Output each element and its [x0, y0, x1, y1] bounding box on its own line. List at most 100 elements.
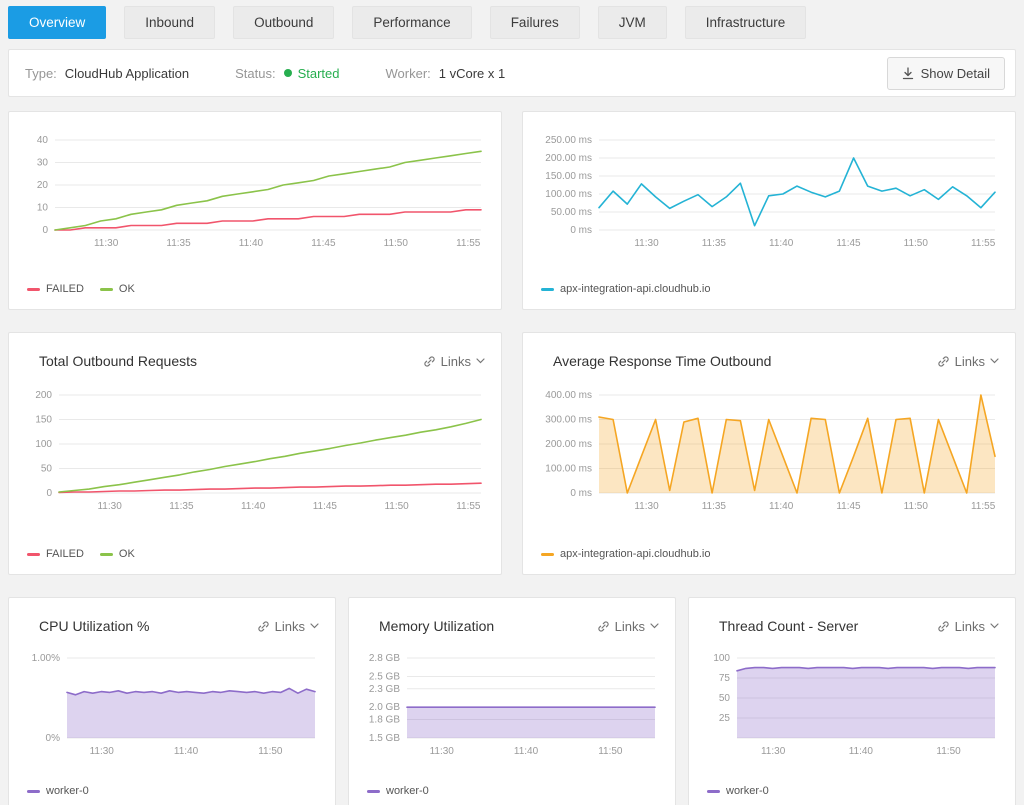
chart-header: Memory Utilization Links — [361, 610, 663, 646]
dashboard-page: Overview Inbound Outbound Performance Failur… — [0, 0, 1024, 805]
chevron-down-icon — [310, 623, 319, 629]
chart-plot-area: 0 ms50.00 ms100.00 ms150.00 ms200.00 ms2… — [535, 124, 1003, 271]
app-type: Type: CloudHub Application — [25, 66, 189, 81]
svg-text:10: 10 — [37, 203, 49, 214]
svg-text:40: 40 — [37, 135, 49, 146]
svg-text:250.00 ms: 250.00 ms — [545, 135, 592, 146]
svg-text:11:30: 11:30 — [761, 746, 786, 757]
svg-text:11:30: 11:30 — [97, 501, 122, 512]
svg-text:11:45: 11:45 — [311, 238, 336, 249]
svg-text:20: 20 — [37, 180, 49, 191]
svg-text:0: 0 — [42, 225, 48, 236]
tab-jvm[interactable]: JVM — [598, 6, 667, 39]
svg-text:11:45: 11:45 — [836, 238, 861, 249]
svg-text:11:55: 11:55 — [971, 238, 996, 249]
svg-text:1.00%: 1.00% — [32, 653, 60, 664]
links-dropdown[interactable]: Links — [597, 619, 659, 634]
tab-performance[interactable]: Performance — [352, 6, 471, 39]
tab-failures[interactable]: Failures — [490, 6, 580, 39]
legend-item: worker-0 — [707, 785, 769, 797]
svg-text:400.00 ms: 400.00 ms — [545, 390, 592, 401]
chart-plot-area: 1.5 GB1.8 GB2.0 GB2.3 GB2.5 GB2.8 GB11:3… — [361, 646, 663, 773]
chart-plot-area: 25507510011:3011:4011:50 — [701, 646, 1003, 773]
legend-swatch — [100, 288, 113, 291]
chevron-down-icon — [476, 358, 485, 364]
status-badge: Started — [284, 66, 340, 81]
svg-text:11:40: 11:40 — [239, 238, 264, 249]
links-dropdown[interactable]: Links — [423, 354, 485, 369]
links-label: Links — [955, 619, 985, 634]
legend-item: OK — [100, 548, 135, 560]
legend-swatch — [100, 553, 113, 556]
link-icon — [257, 620, 270, 633]
svg-text:1.8 GB: 1.8 GB — [369, 715, 400, 726]
links-dropdown[interactable]: Links — [937, 619, 999, 634]
chart-plot-area: 05010015020011:3011:3511:4011:4511:5011:… — [21, 381, 489, 536]
svg-text:0: 0 — [46, 488, 52, 499]
download-icon — [902, 67, 914, 80]
svg-text:11:40: 11:40 — [241, 501, 266, 512]
legend-item: worker-0 — [27, 785, 89, 797]
chart-card-thread-count: Thread Count - Server Links 25507510011:… — [688, 597, 1016, 805]
chevron-down-icon — [650, 623, 659, 629]
svg-text:150: 150 — [35, 415, 52, 426]
legend-swatch — [27, 553, 40, 556]
svg-text:2.3 GB: 2.3 GB — [369, 684, 400, 695]
legend-label: worker-0 — [386, 785, 429, 797]
links-dropdown[interactable]: Links — [257, 619, 319, 634]
svg-text:50: 50 — [41, 464, 53, 475]
svg-text:11:50: 11:50 — [904, 501, 929, 512]
svg-text:11:35: 11:35 — [702, 238, 727, 249]
chart-title: CPU Utilization % — [39, 618, 149, 634]
chart-header: CPU Utilization % Links — [21, 610, 323, 646]
chart-legend: FAILEDOK — [21, 271, 489, 297]
status-label: Status: — [235, 66, 275, 81]
app-worker: Worker: 1 vCore x 1 — [386, 66, 506, 81]
chart-legend: FAILED OK — [21, 536, 489, 562]
tab-infrastructure[interactable]: Infrastructure — [685, 6, 807, 39]
show-detail-button[interactable]: Show Detail — [887, 57, 1005, 90]
chart-header: Average Response Time Outbound Links — [535, 345, 1003, 381]
legend-label: FAILED — [46, 548, 84, 560]
legend-swatch — [707, 790, 720, 793]
legend-swatch — [27, 790, 40, 793]
show-detail-label: Show Detail — [921, 66, 990, 81]
svg-text:11:50: 11:50 — [936, 746, 961, 757]
chart-title: Memory Utilization — [379, 618, 494, 634]
links-label: Links — [955, 354, 985, 369]
svg-text:1.5 GB: 1.5 GB — [369, 733, 400, 744]
chevron-down-icon — [990, 623, 999, 629]
legend-swatch — [541, 553, 554, 556]
svg-text:11:50: 11:50 — [384, 238, 409, 249]
chart-title: Total Outbound Requests — [39, 353, 197, 369]
chart-card-avg-response-time-outbound: Average Response Time Outbound Links 0 m… — [522, 332, 1016, 575]
legend-item: OK — [100, 283, 135, 295]
app-status: Status: Started — [235, 66, 339, 81]
svg-text:11:40: 11:40 — [849, 746, 874, 757]
legend-label: OK — [119, 283, 135, 295]
svg-text:75: 75 — [719, 673, 731, 684]
chart-header: Total Outbound Requests Links — [21, 345, 489, 381]
tab-outbound[interactable]: Outbound — [233, 6, 334, 39]
svg-text:150.00 ms: 150.00 ms — [545, 171, 592, 182]
svg-text:0 ms: 0 ms — [570, 225, 592, 236]
svg-text:0%: 0% — [46, 733, 61, 744]
app-info-bar: Type: CloudHub Application Status: Start… — [8, 49, 1016, 97]
legend-label: OK — [119, 548, 135, 560]
type-value: CloudHub Application — [65, 66, 189, 81]
charts-row-3: CPU Utilization % Links 0% 1.00% 11:30 11:4… — [8, 597, 1016, 805]
links-label: Links — [275, 619, 305, 634]
chart-legend: apx-integration-api.cloudhub.io — [535, 536, 1003, 562]
chart-legend: apx-integration-api.cloudhub.io — [535, 271, 1003, 297]
tab-bar: Overview Inbound Outbound Performance Failur… — [8, 6, 1016, 49]
chevron-down-icon — [990, 358, 999, 364]
svg-text:100.00 ms: 100.00 ms — [545, 189, 592, 200]
tab-overview[interactable]: Overview — [8, 6, 106, 39]
chart-header: Thread Count - Server Links — [701, 610, 1003, 646]
charts-row-2: Total Outbound Requests Links 0501001502… — [8, 332, 1016, 575]
legend-label: apx-integration-api.cloudhub.io — [560, 548, 710, 560]
legend-label: worker-0 — [726, 785, 769, 797]
links-dropdown[interactable]: Links — [937, 354, 999, 369]
tab-inbound[interactable]: Inbound — [124, 6, 215, 39]
legend-item: apx-integration-api.cloudhub.io — [541, 548, 710, 560]
